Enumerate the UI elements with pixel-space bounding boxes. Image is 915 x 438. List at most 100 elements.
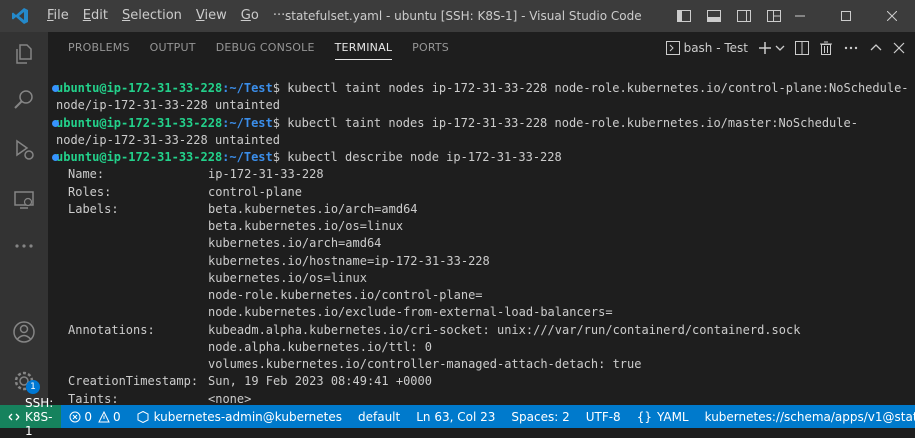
toggle-secondary-sidebar-icon[interactable] (734, 6, 754, 26)
describe-value: node.alpha.kubernetes.io/ttl: 0 (208, 339, 432, 354)
remote-explorer-icon[interactable] (0, 180, 48, 220)
describe-value: beta.kubernetes.io/arch=amd64 (208, 201, 418, 216)
maximize-panel-chevron-icon[interactable] (869, 41, 883, 55)
manage-update-badge: 1 (26, 380, 40, 394)
remote-label: SSH: K8S-1 (25, 395, 54, 438)
describe-value: <none> (208, 391, 252, 406)
new-terminal-button[interactable] (758, 41, 785, 55)
terminal-icon (665, 41, 680, 55)
menu-view[interactable]: View (189, 0, 234, 32)
cursor-position[interactable]: Ln 63, Col 23 (408, 410, 503, 424)
terminal-command-line: ubuntu@ip-172-31-33-228:~/Test$ kubectl … (52, 80, 909, 97)
describe-value: beta.kubernetes.io/os=linux (208, 219, 404, 233)
terminal-output-line: node/ip-172-31-33-228 untainted (56, 132, 280, 147)
describe-key: Labels: (68, 201, 119, 216)
menu-file[interactable]: File (40, 0, 76, 32)
describe-value: kubeadm.alpha.kubernetes.io/cri-socket: … (208, 322, 801, 337)
indentation[interactable]: Spaces: 2 (503, 410, 577, 424)
describe-value: control-plane (208, 184, 302, 199)
describe-output: Name: ip-172-31-33-228 Roles: control-plane… (56, 166, 909, 405)
describe-line: Name: ip-172-31-33-228 (56, 166, 909, 183)
menu-go[interactable]: Go (234, 0, 266, 32)
describe-line: node-role.kubernetes.io/control-plane= (56, 287, 909, 304)
terminal-selector[interactable]: bash - Test (665, 41, 748, 55)
accounts-icon[interactable] (0, 312, 48, 352)
window-controls (777, 0, 915, 32)
terminal-view[interactable]: ubuntu@ip-172-31-33-228:~/Test$ kubectl … (48, 64, 915, 405)
describe-key: Name: (68, 167, 105, 182)
maximize-button[interactable] (823, 0, 869, 32)
kubernetes-icon (137, 410, 149, 423)
terminal-name: bash - Test (683, 41, 748, 55)
describe-line: kubernetes.io/hostname=ip-172-31-33-228 (56, 253, 909, 270)
terminal-output-line: node/ip-172-31-33-228 untainted (56, 98, 280, 113)
status-bar: SSH: K8S-1 0 0 kubernetes-admin@kubernet… (0, 396, 915, 438)
title-bar: File Edit Selection View Go ··· stateful… (0, 0, 915, 32)
remote-icon (8, 411, 20, 423)
tab-ports[interactable]: PORTS (402, 32, 459, 64)
problems-status[interactable]: 0 0 (61, 410, 128, 424)
layout-controls (674, 6, 794, 26)
yaml-schema[interactable]: kubernetes://schema/apps/v1@statefulset (697, 410, 915, 424)
describe-key: Annotations: (68, 322, 155, 337)
encoding[interactable]: UTF-8 (578, 410, 629, 424)
activity-bar (0, 32, 48, 405)
toggle-primary-sidebar-icon[interactable] (674, 6, 694, 26)
panel-header: PROBLEMS OUTPUT DEBUG CONSOLE TERMINAL P… (48, 32, 915, 64)
explorer-icon[interactable] (0, 34, 48, 74)
command-decoration-icon[interactable] (52, 119, 59, 127)
describe-line: kubernetes.io/os=linux (56, 270, 909, 287)
describe-value: kubernetes.io/os=linux (208, 270, 367, 285)
remote-indicator[interactable]: SSH: K8S-1 (0, 396, 62, 438)
search-icon[interactable] (0, 80, 48, 120)
terminal-output: ubuntu@ip-172-31-33-228:~/Test$ kubectl … (52, 80, 909, 405)
command-decoration-icon[interactable] (52, 85, 59, 92)
describe-line: Roles: control-plane (56, 184, 909, 201)
window-title: statefulset.yaml - ubuntu [SSH: K8S-1] -… (285, 9, 642, 23)
error-count: 0 (84, 409, 92, 424)
command-decoration-icon[interactable] (52, 154, 59, 161)
describe-line: Labels: beta.kubernetes.io/arch=amd64 (56, 201, 909, 218)
terminal-command-line: ubuntu@ip-172-31-33-228:~/Test$ kubectl … (52, 115, 909, 132)
describe-value: ip-172-31-33-228 (208, 167, 324, 182)
more-actions-icon[interactable] (843, 41, 859, 55)
describe-value: node.kubernetes.io/exclude-from-external… (208, 305, 613, 320)
describe-value: kubernetes.io/hostname=ip-172-31-33-228 (208, 253, 490, 268)
describe-line: node.kubernetes.io/exclude-from-external… (56, 304, 909, 321)
chevron-down-icon[interactable] (775, 43, 785, 53)
toggle-panel-icon[interactable] (704, 6, 724, 26)
tab-debug-console[interactable]: DEBUG CONSOLE (206, 32, 325, 64)
describe-line: volumes.kubernetes.io/controller-managed… (56, 356, 909, 373)
minimize-button[interactable] (777, 0, 823, 32)
describe-line: kubernetes.io/arch=amd64 (56, 235, 909, 252)
close-window-button[interactable] (869, 0, 915, 32)
describe-line: node.alpha.kubernetes.io/ttl: 0 (56, 339, 909, 356)
run-debug-icon[interactable] (0, 130, 48, 170)
describe-key: Taints: (68, 391, 119, 406)
tab-output[interactable]: OUTPUT (140, 32, 206, 64)
warning-count: 0 (112, 409, 121, 424)
close-panel-icon[interactable] (893, 42, 905, 54)
error-icon (69, 411, 81, 423)
menu-edit[interactable]: Edit (76, 0, 115, 32)
describe-line: beta.kubernetes.io/os=linux (56, 218, 909, 235)
menu-selection[interactable]: Selection (115, 0, 189, 32)
describe-value: volumes.kubernetes.io/controller-managed… (208, 357, 642, 371)
kubernetes-namespace[interactable]: default (350, 410, 408, 424)
describe-line: Annotations: kubeadm.alpha.kubernetes.io/… (56, 322, 909, 339)
braces-icon: {} (636, 409, 652, 424)
panel-actions: bash - Test (656, 32, 905, 64)
vscode-logo-icon (0, 0, 40, 32)
split-terminal-icon[interactable] (795, 41, 809, 55)
describe-line: Taints: <none> (56, 391, 909, 406)
terminal-command-line: ubuntu@ip-172-31-33-228:~/Test$ kubectl … (52, 149, 909, 166)
kill-terminal-trash-icon[interactable] (819, 41, 833, 55)
kubernetes-context[interactable]: kubernetes-admin@kubernetes (129, 410, 350, 424)
describe-key: Roles: (68, 184, 112, 199)
more-views-icon[interactable] (0, 226, 48, 266)
warning-icon (98, 410, 110, 423)
describe-value: Sun, 19 Feb 2023 08:49:41 +0000 (208, 374, 432, 389)
language-mode[interactable]: {} YAML (629, 410, 697, 424)
tab-problems[interactable]: PROBLEMS (58, 32, 140, 64)
tab-terminal[interactable]: TERMINAL (325, 32, 403, 64)
